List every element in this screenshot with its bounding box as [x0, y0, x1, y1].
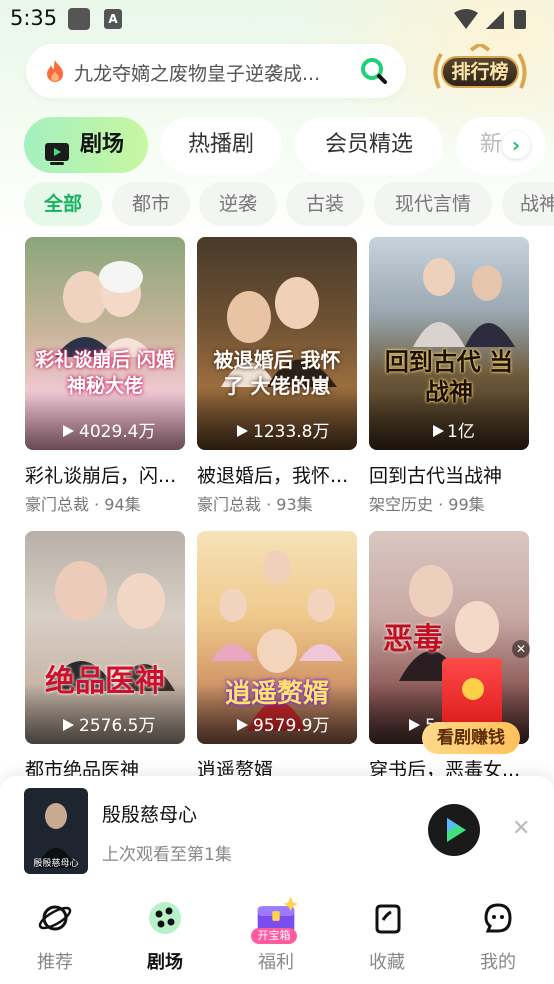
chevron-right-icon[interactable]: ›: [502, 131, 530, 159]
view-count: 9579.9万: [253, 716, 330, 736]
planet-icon: [38, 905, 72, 931]
play-icon: [447, 818, 466, 842]
search-placeholder: 九龙夺嫡之废物皇子逆袭成...: [74, 63, 321, 85]
profile-icon: [484, 903, 512, 933]
wifi-icon: [454, 9, 478, 29]
signal-icon: [486, 11, 504, 29]
status-icons: [452, 7, 542, 35]
continue-thumbnail: 殷殷慈母心: [24, 788, 88, 874]
drama-poster: 逍遥赘婿 9579.9万: [197, 531, 357, 744]
play-icon: [63, 425, 74, 437]
nav-label: 福利: [258, 952, 294, 973]
drama-name: 被退婚后，我怀...: [197, 465, 349, 487]
search-icon[interactable]: [360, 57, 388, 89]
tv-icon: [44, 132, 70, 173]
theater-icon: [149, 902, 181, 934]
nav-profile[interactable]: 我的: [443, 886, 553, 984]
poster-title: 逍遥赘婿: [224, 679, 329, 709]
drama-meta: 豪门总裁 · 94集: [25, 495, 141, 514]
drama-meta: 架空历史 · 99集: [369, 495, 485, 514]
nav-recommend[interactable]: 推荐: [0, 886, 110, 984]
continue-watching-bar[interactable]: 殷殷慈母心 殷殷慈母心 上次观看至第1集 ✕: [0, 776, 554, 886]
poster-title: 彩礼谈崩后 闪婚神秘大佬: [35, 349, 175, 397]
ranking-button[interactable]: 排行榜: [431, 44, 529, 98]
drama-name: 彩礼谈崩后，闪...: [25, 465, 177, 487]
chip-urban[interactable]: 都市: [112, 182, 190, 226]
tab-theater[interactable]: 剧场: [24, 117, 148, 173]
nav-favorites[interactable]: 收藏: [332, 886, 442, 984]
poster-title: 回到古代 当战神: [384, 347, 514, 406]
play-icon: [63, 719, 74, 731]
continue-progress: 上次观看至第1集: [102, 845, 232, 865]
chip-comeback[interactable]: 逆袭: [199, 182, 277, 226]
resume-play-button[interactable]: [428, 804, 480, 856]
earn-money-promo[interactable]: ✕ 看剧赚钱: [422, 640, 534, 760]
close-icon[interactable]: ✕: [512, 816, 530, 841]
bottom-nav: 推荐 剧场 开宝箱 福利 收藏 我的: [0, 886, 554, 984]
category-chips: 全部 都市 逆袭 古装 现代言情 战神: [24, 182, 554, 226]
welfare-badge: 开宝箱: [251, 928, 297, 944]
drama-poster: 绝品医神 2576.5万: [25, 531, 185, 744]
drama-meta: 豪门总裁 · 93集: [197, 495, 313, 514]
close-icon[interactable]: ✕: [512, 640, 530, 658]
nav-welfare[interactable]: 开宝箱 福利: [221, 886, 331, 984]
ranking-label: 排行榜: [441, 56, 519, 88]
search-bar[interactable]: 九龙夺嫡之废物皇子逆袭成...: [26, 44, 406, 98]
drama-name: 回到古代当战神: [369, 465, 503, 487]
bookmark-icon: [375, 904, 401, 934]
top-tabs: 剧场 热播剧 会员精选 新 ›: [24, 117, 554, 173]
nav-label: 我的: [480, 952, 516, 973]
nav-theater[interactable]: 剧场: [110, 886, 220, 984]
drama-poster: 回到古代 当战神 1亿: [369, 237, 529, 450]
chip-all[interactable]: 全部: [24, 182, 102, 226]
chip-modern-romance[interactable]: 现代言情: [374, 182, 492, 226]
chip-costume[interactable]: 古装: [286, 182, 364, 226]
tab-hot-dramas[interactable]: 热播剧: [160, 117, 282, 173]
play-icon: [433, 425, 444, 437]
poster-title: 被退婚后 我怀了 大佬的崽: [213, 348, 341, 398]
drama-poster: 被退婚后 我怀了 大佬的崽 1233.8万: [197, 237, 357, 450]
play-icon: [237, 719, 248, 731]
status-time: 5:35: [10, 6, 58, 30]
view-count: 2576.5万: [79, 716, 156, 736]
promo-label: 看剧赚钱: [422, 722, 520, 754]
continue-title: 殷殷慈母心: [102, 804, 198, 826]
status-bar: 5:35 A: [0, 0, 554, 38]
tab-vip-picks[interactable]: 会员精选: [295, 117, 443, 173]
tab-new[interactable]: 新: [456, 117, 546, 173]
play-icon: [237, 425, 248, 437]
view-count: 4029.4万: [79, 422, 156, 442]
battery-icon: [514, 10, 526, 29]
notification-letter-icon: A: [104, 9, 122, 29]
notification-app-icon: [68, 8, 90, 30]
nav-label: 收藏: [369, 952, 405, 973]
chip-war-god[interactable]: 战神: [502, 182, 554, 226]
thumbnail-title: 殷殷慈母心: [33, 859, 79, 869]
fire-icon: [44, 59, 66, 87]
coin-icon: [462, 678, 484, 700]
play-icon: [409, 719, 420, 731]
nav-label: 推荐: [37, 952, 73, 973]
nav-label: 剧场: [147, 952, 183, 973]
view-count: 1亿: [447, 422, 475, 442]
drama-poster: 彩礼谈崩后 闪婚神秘大佬 4029.4万: [25, 237, 185, 450]
poster-title: 绝品医神: [45, 664, 165, 699]
view-count: 1233.8万: [253, 422, 330, 442]
